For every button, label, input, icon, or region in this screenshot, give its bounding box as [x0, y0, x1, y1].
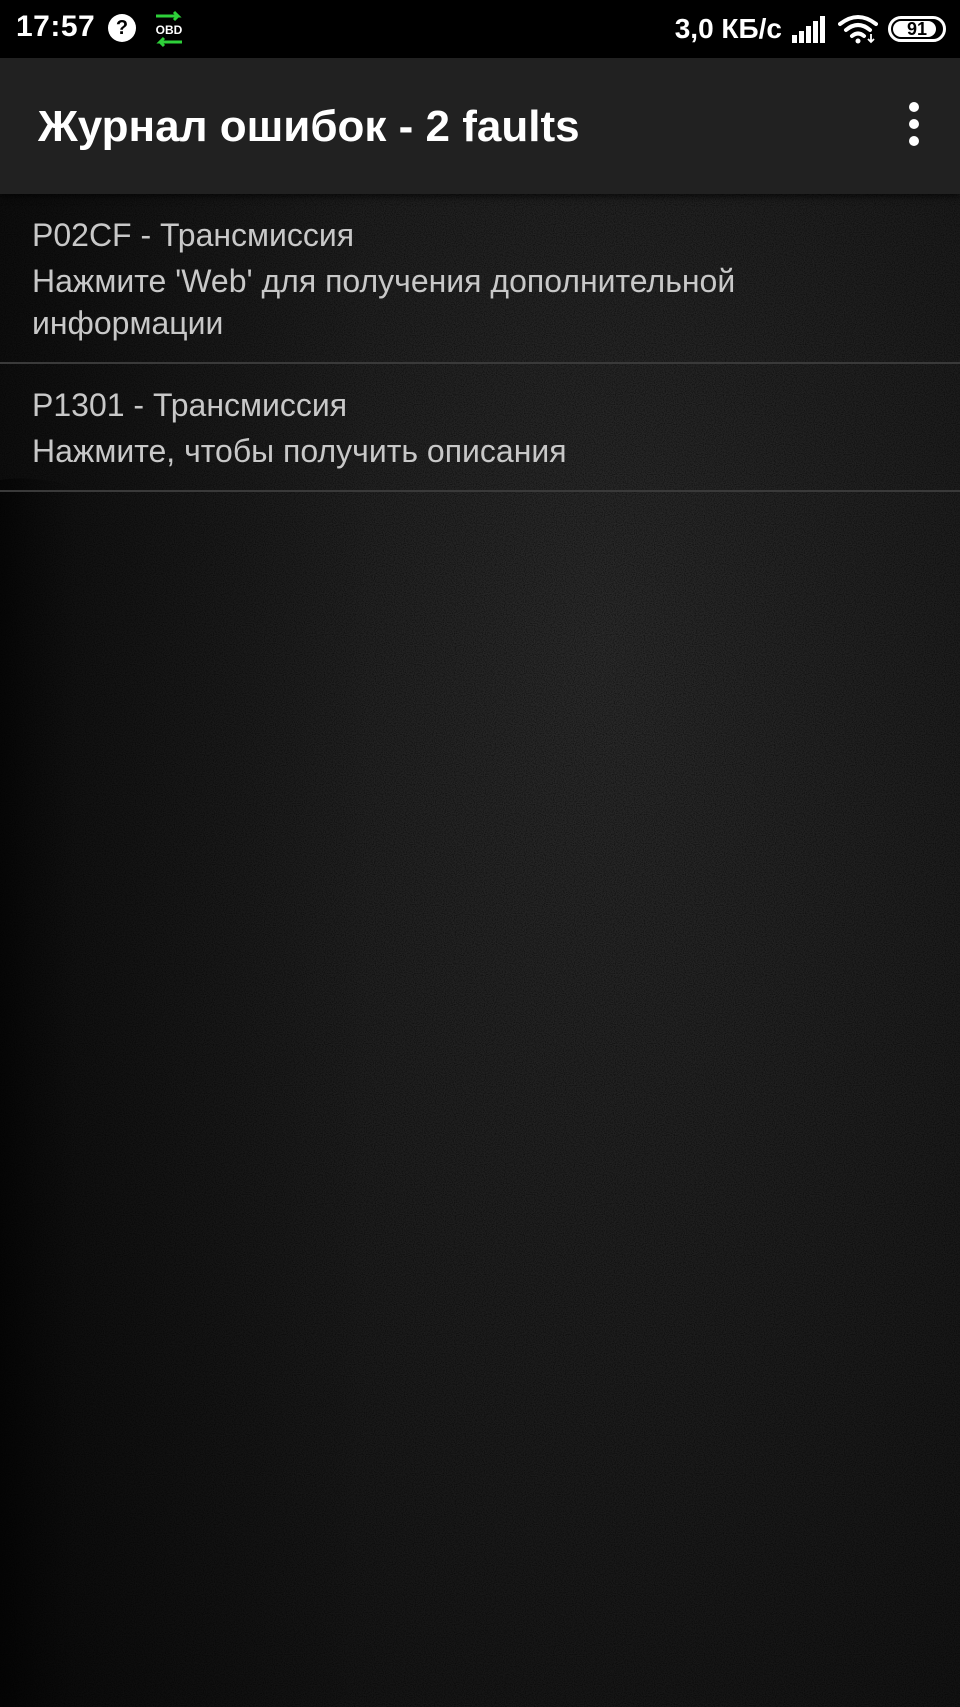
battery-icon: 91 — [888, 16, 946, 42]
menu-dot — [909, 102, 919, 112]
obd-icon: OBD — [156, 10, 183, 48]
obd-label: OBD — [156, 23, 183, 37]
page-title: Журнал ошибок - 2 faults — [38, 102, 580, 151]
fault-description: Нажмите 'Web' для получения дополнительн… — [32, 263, 736, 341]
help-icon: ? — [108, 14, 136, 42]
screen: 17:57 ? OBD 3,0 КБ/с 91 Журнал ошибок - … — [0, 0, 960, 1707]
wifi-icon — [838, 15, 878, 44]
menu-dot — [909, 119, 919, 129]
battery-level: 91 — [906, 18, 928, 39]
fault-description: Нажмите, чтобы получить описания — [32, 433, 567, 469]
fault-code: P02CF - Трансмиссия — [32, 217, 355, 253]
app-bar: Журнал ошибок - 2 faults — [0, 58, 960, 194]
status-right-group: 3,0 КБ/с 91 — [675, 10, 946, 48]
network-speed: 3,0 КБ/с — [674, 13, 782, 44]
fault-code: P1301 - Трансмиссия — [32, 387, 348, 423]
status-time: 17:57 — [16, 10, 96, 43]
more-vert-icon[interactable] — [886, 96, 942, 152]
signal-icon — [792, 16, 825, 43]
status-bar: 17:57 ? OBD 3,0 КБ/с 91 — [0, 0, 960, 58]
list-item-fault-p1301[interactable]: P1301 - Трансмиссия Нажмите, чтобы получ… — [0, 364, 960, 492]
menu-dot — [909, 136, 919, 146]
list-item-fault-p02cf[interactable]: P02CF - Трансмиссия Нажмите 'Web' для по… — [0, 194, 960, 364]
fault-list: P02CF - Трансмиссия Нажмите 'Web' для по… — [0, 194, 960, 492]
